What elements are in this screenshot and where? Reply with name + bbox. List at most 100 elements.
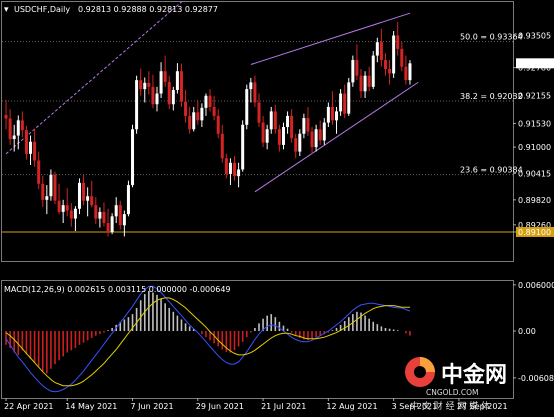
candle-body	[273, 111, 277, 130]
candle-body	[159, 71, 163, 94]
logo-inner-icon	[414, 366, 426, 378]
candle-body	[277, 129, 281, 145]
fib-level-label: 50.0 = 0.93364	[460, 33, 523, 42]
candle-body	[4, 114, 8, 119]
candle-body	[322, 122, 326, 141]
candle-body	[143, 82, 147, 90]
price-tick-label: 0.90415	[518, 169, 551, 178]
price-tick-label: 0.91530	[518, 119, 551, 128]
price-tick-label: 0.93505	[518, 31, 551, 40]
candle-body	[314, 129, 318, 148]
watermark-slogan: 中 文 财 经 网 媒 体	[410, 400, 490, 412]
candle-body	[151, 86, 155, 105]
candle-body	[114, 205, 118, 217]
candle-body	[294, 138, 298, 152]
candle-body	[37, 160, 41, 184]
time-tick-label: 21 Jul 2021	[261, 402, 306, 411]
fib-level-label: 38.2 = 0.92032	[460, 92, 523, 101]
candle-body	[208, 95, 212, 107]
candle-body	[355, 60, 359, 76]
candle-body	[220, 133, 224, 159]
candle-body	[20, 120, 24, 131]
candle-body	[110, 216, 114, 232]
candle-body	[184, 101, 188, 116]
candle-body	[24, 130, 28, 154]
candle-body	[339, 93, 343, 112]
time-tick-label: 7 Jun 2021	[131, 402, 174, 411]
price-tick-label: 0.91000	[518, 143, 551, 152]
candle-body	[388, 68, 392, 74]
time-tick-label: 29 Jun 2021	[196, 402, 244, 411]
macd-tick-label: 0.00	[518, 327, 536, 336]
candle-body	[196, 112, 200, 121]
candle-body	[106, 223, 110, 232]
candle-body	[233, 162, 237, 177]
candle-body	[139, 80, 143, 90]
candle-body	[261, 122, 265, 143]
candle-body	[367, 75, 371, 87]
candle-body	[383, 60, 387, 69]
candle-body	[269, 111, 273, 130]
candle-body	[257, 102, 261, 123]
candle-body	[347, 82, 351, 114]
candle-body	[351, 60, 355, 83]
candle-body	[396, 35, 400, 49]
candle-body	[94, 205, 98, 219]
candle-body	[343, 93, 347, 114]
candle-body	[330, 106, 334, 121]
candle-body	[45, 196, 49, 200]
watermark-logo-text: 中金网	[441, 362, 507, 388]
macd-tick-label: 0.006000	[518, 281, 554, 290]
watermark-site: CNGOLD.COM	[426, 388, 479, 397]
candle-body	[298, 133, 302, 152]
candle-body	[61, 205, 65, 212]
candle-body	[290, 115, 294, 139]
candle-body	[131, 129, 135, 186]
candle-body	[212, 106, 216, 116]
candle-body	[310, 131, 314, 148]
candle-body	[335, 111, 339, 121]
candle-body	[90, 196, 94, 206]
candle-body	[245, 89, 249, 125]
candle-body	[400, 48, 404, 67]
time-tick-label: 12 Aug 2021	[326, 402, 377, 411]
candle-body	[102, 211, 106, 224]
candle-body	[188, 115, 192, 130]
ohlc-readout: 0.92813 0.92888 0.92813 0.92877	[78, 5, 218, 14]
candle-body	[167, 81, 171, 105]
candle-body	[253, 82, 257, 103]
symbol-info: USDCHF,Daily	[14, 5, 70, 14]
candle-body	[8, 118, 12, 140]
candle-body	[404, 66, 408, 81]
candle-body	[171, 89, 175, 105]
candle-body	[286, 115, 290, 128]
candle-body	[126, 185, 130, 215]
chart-background	[0, 0, 554, 417]
macd-tick-label: -0.006084	[518, 374, 554, 383]
current-price-label: 0.92877	[518, 59, 551, 68]
price-tick-label: 0.89820	[518, 196, 551, 205]
candle-body	[57, 200, 61, 212]
candle-body	[29, 141, 33, 154]
candle-body	[375, 42, 379, 56]
candle-body	[216, 115, 220, 134]
candle-body	[363, 75, 367, 92]
time-tick-label: 14 May 2021	[65, 402, 117, 411]
candle-body	[179, 71, 183, 102]
candle-body	[302, 118, 306, 134]
chart-title-triangle: ▾	[4, 5, 9, 15]
chart-canvas: 50.0 = 0.9336438.2 = 0.9203223.6 = 0.903…	[0, 0, 554, 417]
candle-body	[118, 205, 122, 226]
candle-body	[33, 141, 37, 161]
candle-body	[228, 162, 232, 174]
candle-body	[192, 112, 196, 130]
candle-body	[122, 214, 126, 226]
candle-body	[16, 120, 20, 136]
candle-body	[86, 196, 90, 201]
price-tick-label: 0.89100	[518, 228, 551, 237]
candle-body	[326, 106, 330, 123]
candle-body	[224, 158, 228, 174]
candle-body	[135, 80, 139, 130]
candle-body	[12, 135, 16, 140]
price-tick-label: 0.92155	[518, 92, 551, 101]
